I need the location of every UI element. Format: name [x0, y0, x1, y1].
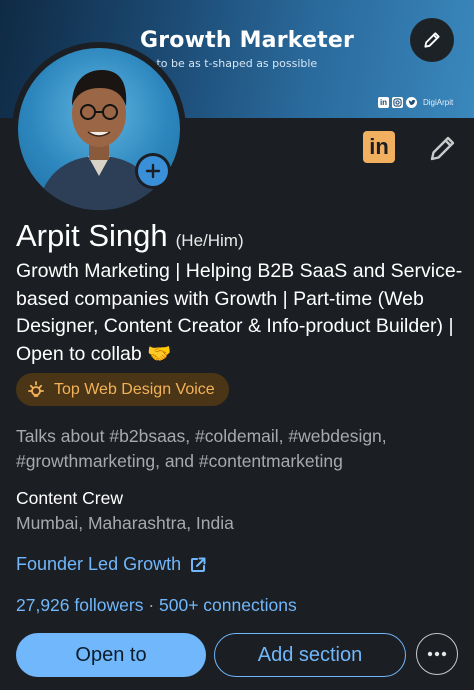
profile-location: Mumbai, Maharashtra, India	[16, 513, 234, 533]
banner-subtitle: g to be as t-shaped as possible	[146, 57, 318, 70]
twitter-icon	[406, 97, 417, 108]
talks-about: Talks about #b2bsaas, #coldemail, #webde…	[16, 426, 387, 471]
followers-count[interactable]: 27,926 followers	[16, 595, 143, 615]
featured-link[interactable]: Founder Led Growth	[16, 554, 207, 575]
lightbulb-icon	[28, 380, 44, 397]
current-company[interactable]: Content Crew	[16, 488, 123, 509]
featured-link-label: Founder Led Growth	[16, 554, 182, 574]
stats-separator: ·	[143, 595, 160, 615]
banner-social-row: in DigiArpit	[378, 97, 453, 108]
pencil-icon	[430, 136, 455, 161]
instagram-icon	[392, 97, 403, 108]
banner-title: Growth Marketer	[140, 28, 355, 53]
avatar-ring	[12, 42, 186, 216]
add-photo-circle	[138, 156, 168, 186]
linkedin-premium-badge[interactable]: in	[363, 131, 395, 163]
top-voice-label: Top Web Design Voice	[54, 380, 215, 398]
profile-name: Arpit Singh	[16, 218, 168, 253]
plus-icon	[145, 163, 161, 179]
more-dots-icon	[427, 651, 447, 657]
add-section-button[interactable]: Add section	[214, 633, 406, 677]
connections-count[interactable]: 500+ connections	[159, 595, 297, 615]
name-row: Arpit Singh (He/Him)	[16, 218, 244, 254]
linkedin-icon: in	[378, 97, 389, 108]
network-stats: 27,926 followers · 500+ connections	[16, 595, 297, 616]
pencil-icon	[424, 32, 440, 48]
edit-banner-button[interactable]	[410, 18, 454, 62]
add-photo-button[interactable]	[135, 153, 171, 189]
more-actions-button[interactable]	[416, 633, 458, 675]
external-link-icon	[191, 557, 206, 572]
profile-headline: Growth Marketing | Helping B2B SaaS and …	[16, 260, 463, 365]
profile-pronouns: (He/Him)	[175, 231, 244, 250]
open-to-button[interactable]: Open to	[16, 633, 206, 677]
banner-social-handle: DigiArpit	[423, 98, 454, 107]
edit-profile-button[interactable]	[426, 133, 458, 165]
top-voice-badge[interactable]: Top Web Design Voice	[16, 373, 229, 406]
